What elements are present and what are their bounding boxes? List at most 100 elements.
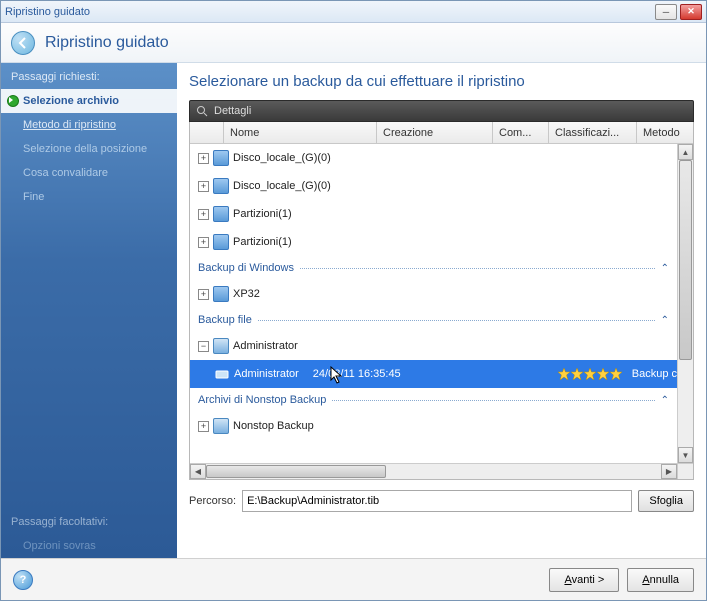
step-validate[interactable]: Cosa convalidare	[1, 161, 177, 185]
group-nonstop-backup[interactable]: Archivi di Nonstop Backup ⌃	[190, 388, 677, 412]
wizard-title: Ripristino guidato	[45, 34, 169, 52]
required-steps-label: Passaggi richiesti:	[1, 63, 177, 89]
back-button[interactable]	[11, 31, 35, 55]
expand-icon[interactable]: +	[198, 237, 209, 248]
step-restore-method[interactable]: Metodo di ripristino	[1, 113, 177, 137]
star-icon	[558, 368, 570, 380]
disk-icon	[213, 150, 229, 166]
collapse-icon[interactable]: −	[198, 341, 209, 352]
disk-icon	[213, 178, 229, 194]
footer: ? Avanti > Annulla	[1, 558, 706, 600]
details-toolbar: Dettagli	[189, 100, 694, 122]
step-select-position[interactable]: Selezione della posizione	[1, 137, 177, 161]
titlebar: Ripristino guidato ─ ✕	[1, 1, 706, 23]
tree-item-selected[interactable]: Administrator 24/08/11 16:35:45 Backup c	[190, 360, 677, 388]
optional-steps-label: Passaggi facoltativi:	[1, 508, 177, 534]
group-label: Backup di Windows	[198, 262, 294, 274]
scroll-corner	[677, 463, 693, 479]
expand-icon[interactable]: +	[198, 153, 209, 164]
star-icon	[597, 368, 609, 380]
tree-item[interactable]: + Disco_locale_(G)(0)	[190, 144, 677, 172]
group-backup-file[interactable]: Backup file ⌃	[190, 308, 677, 332]
horizontal-scrollbar[interactable]: ◀ ▶	[190, 463, 677, 479]
page-heading: Selezionare un backup da cui effettuare …	[189, 73, 694, 90]
tree-item[interactable]: + Partizioni(1)	[190, 228, 677, 256]
tree-item[interactable]: + XP32	[190, 280, 677, 308]
rating-stars	[558, 368, 622, 380]
help-button[interactable]: ?	[13, 570, 33, 590]
drive-icon	[214, 366, 230, 382]
cancel-button[interactable]: Annulla	[627, 568, 694, 592]
chevron-up-icon[interactable]: ⌃	[661, 395, 669, 406]
scroll-right-icon[interactable]: ▶	[661, 464, 677, 479]
expand-icon[interactable]: +	[198, 181, 209, 192]
tree-item-administrator[interactable]: − Administrator	[190, 332, 677, 360]
tree-view: + Disco_locale_(G)(0) + Disco_locale_(G)…	[190, 144, 693, 479]
wizard-header: Ripristino guidato	[1, 23, 706, 63]
star-icon	[610, 368, 622, 380]
tree-item[interactable]: + Partizioni(1)	[190, 200, 677, 228]
star-icon	[584, 368, 596, 380]
computer-icon	[213, 418, 229, 434]
expand-icon[interactable]: +	[198, 209, 209, 220]
window-controls: ─ ✕	[655, 4, 702, 20]
sidebar: Passaggi richiesti: Selezione archivio M…	[1, 63, 177, 558]
sidebar-spacer	[1, 209, 177, 508]
expand-icon[interactable]: +	[198, 289, 209, 300]
step-finish[interactable]: Fine	[1, 185, 177, 209]
next-button[interactable]: Avanti >	[549, 568, 619, 592]
optional-steps: Opzioni sovras	[1, 534, 177, 558]
col-name[interactable]: Nome	[224, 122, 377, 143]
path-input[interactable]	[242, 490, 632, 512]
scroll-track[interactable]	[206, 464, 661, 479]
column-headers: Nome Creazione Com... Classificazi... Me…	[190, 122, 693, 144]
chevron-up-icon[interactable]: ⌃	[661, 315, 669, 326]
star-icon	[571, 368, 583, 380]
tree-item[interactable]: + Disco_locale_(G)(0)	[190, 172, 677, 200]
disk-icon	[213, 234, 229, 250]
tree-panel: Nome Creazione Com... Classificazi... Me…	[189, 122, 694, 480]
item-label: Disco_locale_(G)(0)	[233, 152, 331, 164]
scroll-thumb[interactable]	[206, 465, 386, 478]
path-label: Percorso:	[189, 495, 236, 507]
minimize-button[interactable]: ─	[655, 4, 677, 20]
item-date: 24/08/11 16:35:45	[313, 368, 433, 380]
expand-icon[interactable]: +	[198, 421, 209, 432]
item-label: Partizioni(1)	[233, 236, 292, 248]
main-content: Selezionare un backup da cui effettuare …	[177, 63, 706, 558]
tree-item[interactable]: + Nonstop Backup	[190, 412, 677, 440]
col-method[interactable]: Metodo	[637, 122, 693, 143]
wizard-window: Ripristino guidato ─ ✕ Ripristino guidat…	[0, 0, 707, 601]
group-divider	[332, 400, 654, 401]
group-windows-backup[interactable]: Backup di Windows ⌃	[190, 256, 677, 280]
item-label: Disco_locale_(G)(0)	[233, 180, 331, 192]
scroll-up-icon[interactable]: ▲	[678, 144, 693, 160]
magnifier-icon	[196, 105, 208, 117]
path-row: Percorso: Sfoglia	[189, 490, 694, 512]
col-created[interactable]: Creazione	[377, 122, 493, 143]
item-label: Administrator	[234, 368, 309, 380]
scroll-thumb[interactable]	[679, 160, 692, 360]
scroll-track[interactable]	[678, 160, 693, 447]
wizard-body: Passaggi richiesti: Selezione archivio M…	[1, 63, 706, 558]
scroll-down-icon[interactable]: ▼	[678, 447, 693, 463]
arrow-left-icon	[17, 37, 29, 49]
browse-button[interactable]: Sfoglia	[638, 490, 694, 512]
group-label: Archivi di Nonstop Backup	[198, 394, 326, 406]
group-divider	[300, 268, 655, 269]
col-comment[interactable]: Com...	[493, 122, 549, 143]
col-classification[interactable]: Classificazi...	[549, 122, 637, 143]
col-spacer	[190, 122, 224, 143]
step-overwrite-options[interactable]: Opzioni sovras	[1, 534, 177, 558]
required-steps: Selezione archivio Metodo di ripristino …	[1, 89, 177, 209]
chevron-up-icon[interactable]: ⌃	[661, 263, 669, 274]
item-label: XP32	[233, 288, 260, 300]
scroll-left-icon[interactable]: ◀	[190, 464, 206, 479]
group-label: Backup file	[198, 314, 252, 326]
details-label[interactable]: Dettagli	[214, 105, 251, 117]
step-select-archive[interactable]: Selezione archivio	[1, 89, 177, 113]
item-label: Administrator	[233, 340, 298, 352]
close-button[interactable]: ✕	[680, 4, 702, 20]
vertical-scrollbar[interactable]: ▲ ▼	[677, 144, 693, 463]
computer-icon	[213, 338, 229, 354]
